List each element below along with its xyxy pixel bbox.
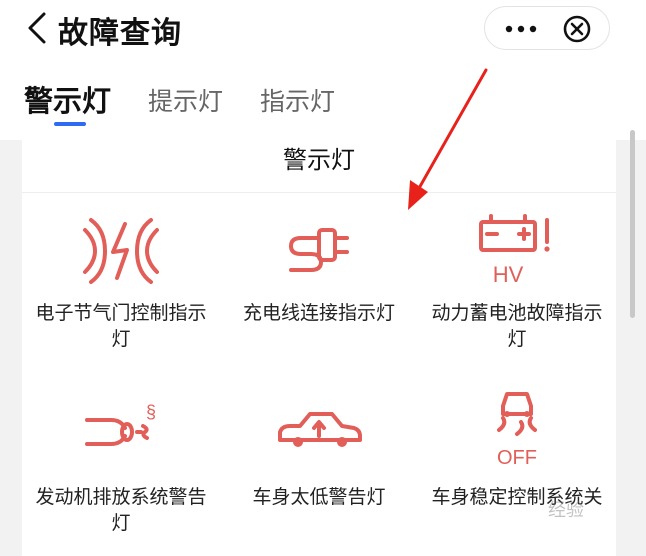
item-label: 充电线连接指示灯 bbox=[242, 302, 395, 324]
item-label: 车身太低警告灯 bbox=[252, 486, 386, 508]
svg-text:HV: HV bbox=[493, 262, 524, 287]
header-bar: 故障查询 bbox=[0, 0, 646, 60]
item-label: 车身稳定控制系统关 bbox=[431, 486, 603, 508]
active-tab-indicator bbox=[54, 122, 86, 126]
stability-off-icon: OFF bbox=[497, 392, 537, 469]
page-title: 故障查询 bbox=[58, 16, 182, 51]
back-arrow-icon[interactable] bbox=[24, 10, 54, 46]
miniapp-capsule bbox=[484, 6, 610, 50]
scrollbar[interactable] bbox=[630, 130, 635, 318]
warning-lights-card: 警示灯 电子节气门控制指示灯 充电线连接指示灯 HV 动力蓄电池故障指示灯 § … bbox=[22, 140, 616, 556]
tab-notice-lights[interactable]: 提示灯 bbox=[148, 82, 223, 118]
grid-item-hv-battery[interactable]: HV 动力蓄电池故障指示灯 bbox=[418, 212, 616, 352]
item-label: 发动机排放系统警告灯 bbox=[35, 486, 207, 534]
exhaust-icon: § bbox=[85, 402, 156, 446]
grid-item-throttle[interactable]: 电子节气门控制指示灯 bbox=[22, 212, 220, 352]
item-label: 动力蓄电池故障指示灯 bbox=[431, 302, 603, 350]
charging-plug-icon bbox=[289, 228, 349, 272]
section-divider bbox=[22, 192, 616, 193]
tab-indicator-lights[interactable]: 指示灯 bbox=[260, 82, 335, 118]
tab-warning-lights[interactable]: 警示灯 bbox=[24, 78, 111, 120]
grid-item-stability-off[interactable]: OFF 车身稳定控制系统关 bbox=[418, 384, 616, 510]
content-area: 警示灯 电子节气门控制指示灯 充电线连接指示灯 HV 动力蓄电池故障指示灯 § … bbox=[0, 140, 646, 556]
throttle-icon bbox=[83, 218, 159, 284]
watermark: 经验 bbox=[548, 500, 584, 521]
tab-bar: 警示灯 提示灯 指示灯 bbox=[0, 72, 646, 132]
grid-item-emission[interactable]: § 发动机排放系统警告灯 bbox=[22, 396, 220, 536]
grid-item-charging-cable[interactable]: 充电线连接指示灯 bbox=[220, 212, 418, 326]
close-circle-icon[interactable] bbox=[561, 13, 593, 45]
grid-item-low-vehicle[interactable]: 车身太低警告灯 bbox=[220, 396, 418, 510]
section-title: 警示灯 bbox=[283, 146, 355, 174]
item-label: 电子节气门控制指示灯 bbox=[35, 302, 207, 350]
low-vehicle-icon bbox=[278, 412, 362, 447]
svg-text:§: § bbox=[146, 402, 156, 422]
svg-text:OFF: OFF bbox=[497, 447, 537, 469]
more-dots-icon[interactable] bbox=[501, 19, 541, 39]
hv-battery-icon: HV bbox=[479, 214, 550, 287]
